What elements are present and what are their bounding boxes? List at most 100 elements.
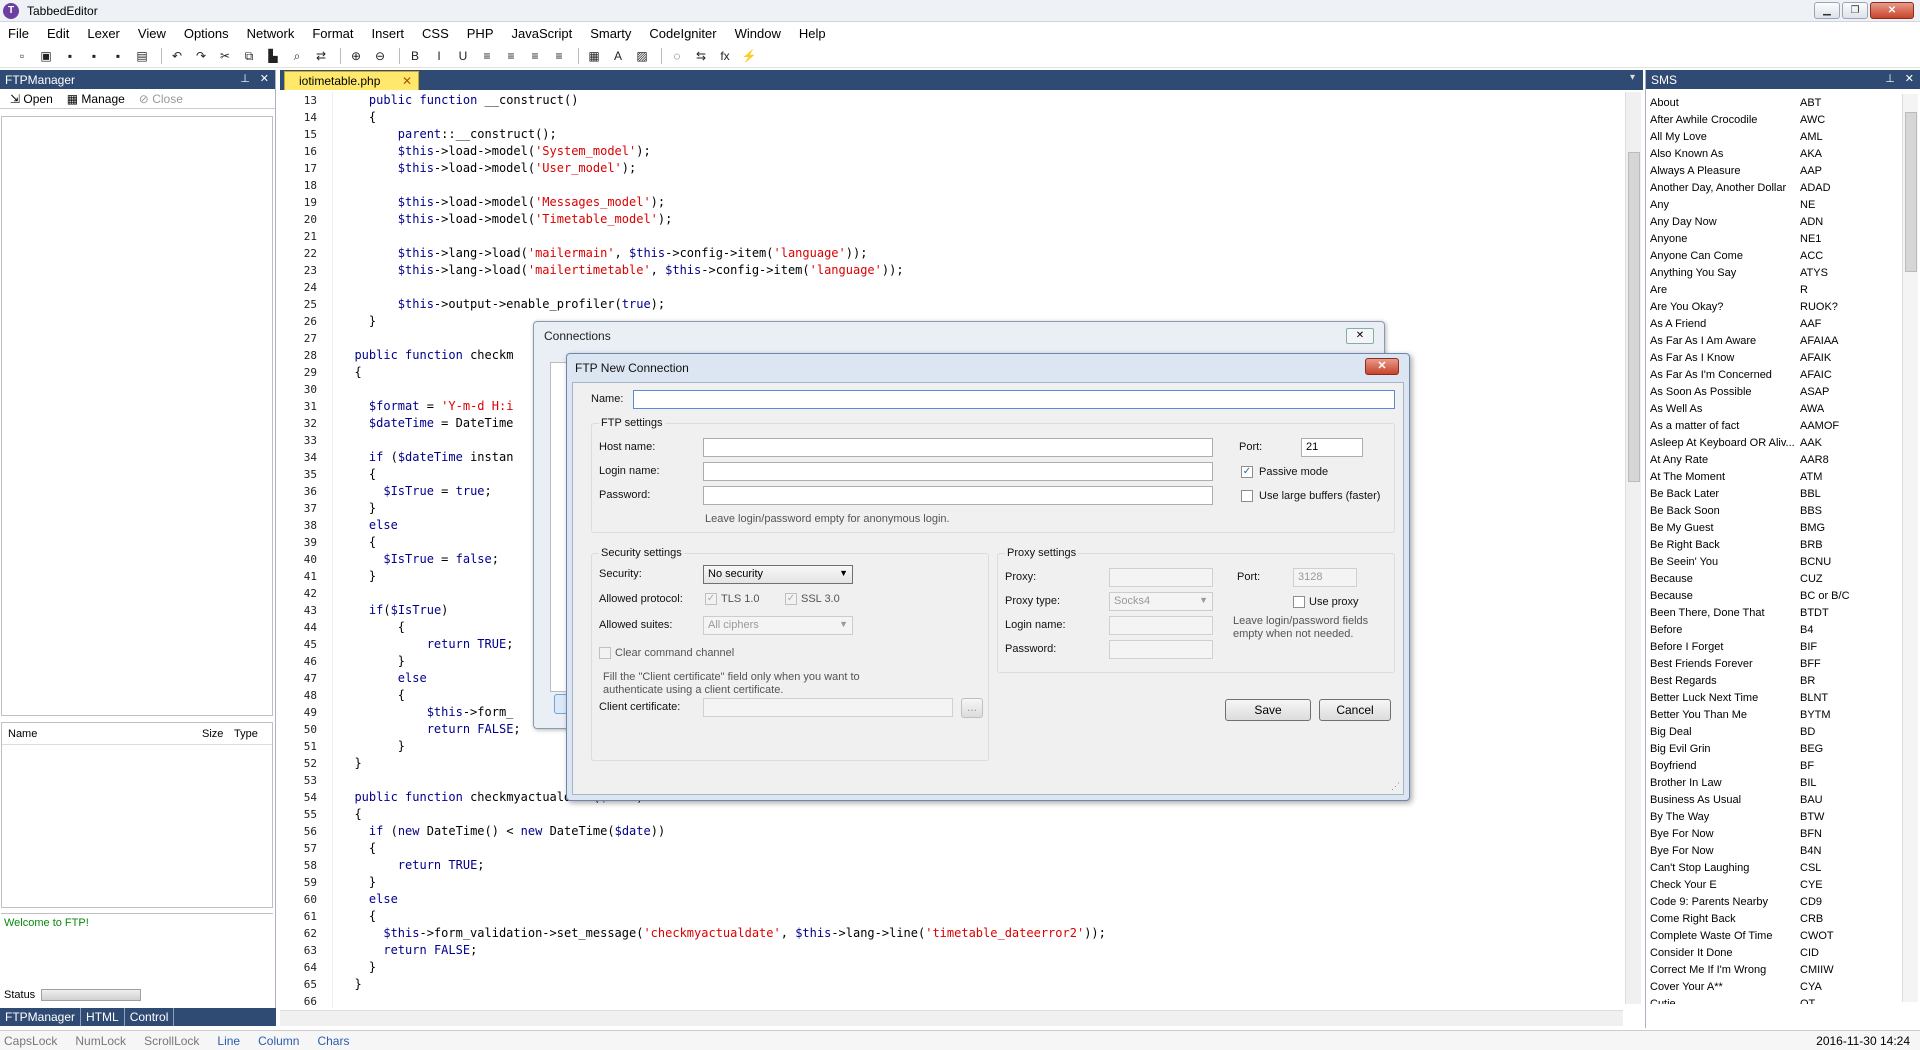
sms-abbreviation-list[interactable]: About ABT After Awhile Crocodile AWC All My … — [1650, 94, 1895, 1005]
sms-list-item[interactable]: Correct Me If I'm Wrong CMIIW — [1650, 961, 1895, 978]
code-line[interactable]: parent::__construct(); — [340, 126, 1620, 143]
sms-list-item[interactable]: Before B4 — [1650, 621, 1895, 638]
use-proxy-checkbox[interactable] — [1293, 596, 1305, 608]
connections-close-button[interactable]: ✕ — [1346, 328, 1374, 344]
sms-list-item[interactable]: Anyone NE1 — [1650, 230, 1895, 247]
sms-list-item[interactable]: At Any Rate AAR8 — [1650, 451, 1895, 468]
open-icon[interactable]: ▣ — [36, 47, 56, 65]
close-window-button[interactable]: ✕ — [1870, 2, 1914, 19]
ftp-tree-view[interactable] — [1, 116, 273, 716]
code-line[interactable]: $this->lang->load('mailertimetable', $th… — [340, 262, 1620, 279]
browse-certificate-button[interactable]: ... — [961, 698, 983, 718]
cancel-button[interactable]: Cancel — [1319, 699, 1391, 721]
code-line[interactable] — [340, 177, 1620, 194]
zoom-in-icon[interactable]: ⊕ — [346, 47, 366, 65]
port-input[interactable]: 21 — [1301, 438, 1363, 457]
security-select[interactable]: No security ▼ — [703, 565, 853, 584]
menu-lexer[interactable]: Lexer — [87, 26, 120, 41]
sms-list-item[interactable]: Also Known As AKA — [1650, 145, 1895, 162]
tab-html[interactable]: HTML — [81, 1008, 125, 1026]
comment-icon[interactable]: ◌ — [667, 47, 687, 65]
menu-format[interactable]: Format — [312, 26, 353, 41]
sms-list-item[interactable]: All My Love AML — [1650, 128, 1895, 145]
sms-list-item[interactable]: Be Back Later BBL — [1650, 485, 1895, 502]
sms-list-item[interactable]: As Far As I Am Aware AFAIAA — [1650, 332, 1895, 349]
sms-list-item[interactable]: Always A Pleasure AAP — [1650, 162, 1895, 179]
sms-list-item[interactable]: Any NE — [1650, 196, 1895, 213]
code-line[interactable]: { — [340, 109, 1620, 126]
image-icon[interactable]: ▨ — [632, 47, 652, 65]
zoom-out-icon[interactable]: ⊖ — [370, 47, 390, 65]
host-input[interactable] — [703, 438, 1213, 457]
sms-list-item[interactable]: Anything You Say ATYS — [1650, 264, 1895, 281]
menu-file[interactable]: File — [8, 26, 29, 41]
code-line[interactable]: return FALSE; — [340, 942, 1620, 959]
code-line[interactable] — [340, 993, 1620, 1008]
italic-icon[interactable]: I — [429, 47, 449, 65]
scroll-thumb[interactable] — [1628, 152, 1640, 482]
align-center-icon[interactable]: ≡ — [501, 47, 521, 65]
ssl-checkbox[interactable]: ✓ — [785, 593, 797, 605]
menu-window[interactable]: Window — [735, 26, 781, 41]
code-line[interactable]: { — [340, 806, 1620, 823]
large-buffers-checkbox[interactable] — [1241, 490, 1253, 502]
ftp-close-button[interactable]: ⊘ Close — [139, 92, 183, 106]
code-line[interactable]: else — [340, 891, 1620, 908]
sms-list-item[interactable]: Boyfriend BF — [1650, 757, 1895, 774]
sms-list-item[interactable]: As A Friend AAF — [1650, 315, 1895, 332]
tab-ftpmanager[interactable]: FTPManager — [0, 1008, 82, 1026]
sms-list-item[interactable]: Bye For Now B4N — [1650, 842, 1895, 859]
copy-icon[interactable]: ⧉ — [239, 47, 259, 65]
find-icon[interactable]: ⌕ — [287, 47, 307, 65]
sms-list-item[interactable]: Consider It Done CID — [1650, 944, 1895, 961]
save-as-icon[interactable]: ▪ — [84, 47, 104, 65]
sms-list-item[interactable]: Asleep At Keyboard OR Aliv... AAK — [1650, 434, 1895, 451]
sms-list-item[interactable]: Brother In Law BIL — [1650, 774, 1895, 791]
passive-mode-checkbox[interactable]: ✓ — [1241, 466, 1253, 478]
ftp-open-button[interactable]: ⇲ Open — [10, 92, 53, 106]
code-line[interactable]: { — [340, 840, 1620, 857]
password-input[interactable] — [703, 486, 1213, 505]
sms-list-item[interactable]: Business As Usual BAU — [1650, 791, 1895, 808]
sms-list-item[interactable]: Be Right Back BRB — [1650, 536, 1895, 553]
font-icon[interactable]: A — [608, 47, 628, 65]
replace-icon[interactable]: ⇄ — [311, 47, 331, 65]
menu-network[interactable]: Network — [247, 26, 295, 41]
print-icon[interactable]: ▤ — [132, 47, 152, 65]
sms-list-item[interactable]: Code 9: Parents Nearby CD9 — [1650, 893, 1895, 910]
underline-icon[interactable]: U — [453, 47, 473, 65]
sms-list-item[interactable]: Can't Stop Laughing CSL — [1650, 859, 1895, 876]
sms-list-item[interactable]: Cutie QT — [1650, 995, 1895, 1005]
tab-list-icon[interactable]: ▾ — [1630, 72, 1635, 83]
new-icon[interactable]: ▫ — [12, 47, 32, 65]
menu-codeigniter[interactable]: CodeIgniter — [649, 26, 716, 41]
sms-list-item[interactable]: About ABT — [1650, 94, 1895, 111]
sms-list-item[interactable]: Best Regards BR — [1650, 672, 1895, 689]
menu-smarty[interactable]: Smarty — [590, 26, 631, 41]
code-line[interactable]: $this->load->model('Messages_model'); — [340, 194, 1620, 211]
network-icon[interactable]: ⇆ — [691, 47, 711, 65]
sms-list-item[interactable]: Are R — [1650, 281, 1895, 298]
sms-list-item[interactable]: Cover Your A** CYA — [1650, 978, 1895, 995]
sms-list-item[interactable]: As Well As AWA — [1650, 400, 1895, 417]
align-right-icon[interactable]: ≡ — [525, 47, 545, 65]
code-line[interactable]: $this->lang->load('mailermain', $this->c… — [340, 245, 1620, 262]
align-left-icon[interactable]: ≡ — [477, 47, 497, 65]
sms-pin-icon[interactable]: ⊥ — [1885, 72, 1895, 85]
cut-icon[interactable]: ✂ — [215, 47, 235, 65]
col-type[interactable]: Type — [234, 728, 270, 740]
sms-list-item[interactable]: Bye For Now BFN — [1650, 825, 1895, 842]
run-icon[interactable]: ⚡ — [739, 47, 759, 65]
code-line[interactable]: $this->output->enable_profiler(true); — [340, 296, 1620, 313]
sms-vertical-scrollbar[interactable] — [1902, 94, 1918, 1002]
proxy-input[interactable] — [1109, 568, 1213, 587]
sms-list-item[interactable]: Because CUZ — [1650, 570, 1895, 587]
code-line[interactable]: $this->load->model('System_model'); — [340, 143, 1620, 160]
sms-list-item[interactable]: After Awhile Crocodile AWC — [1650, 111, 1895, 128]
proxy-password-input[interactable] — [1109, 640, 1213, 659]
paste-icon[interactable]: ▙ — [263, 47, 283, 65]
ftp-dialog-close-button[interactable]: ✕ — [1365, 358, 1399, 375]
minimize-button[interactable]: ▁ — [1814, 2, 1840, 19]
col-size[interactable]: Size — [202, 728, 234, 740]
client-certificate-input[interactable] — [703, 698, 953, 717]
